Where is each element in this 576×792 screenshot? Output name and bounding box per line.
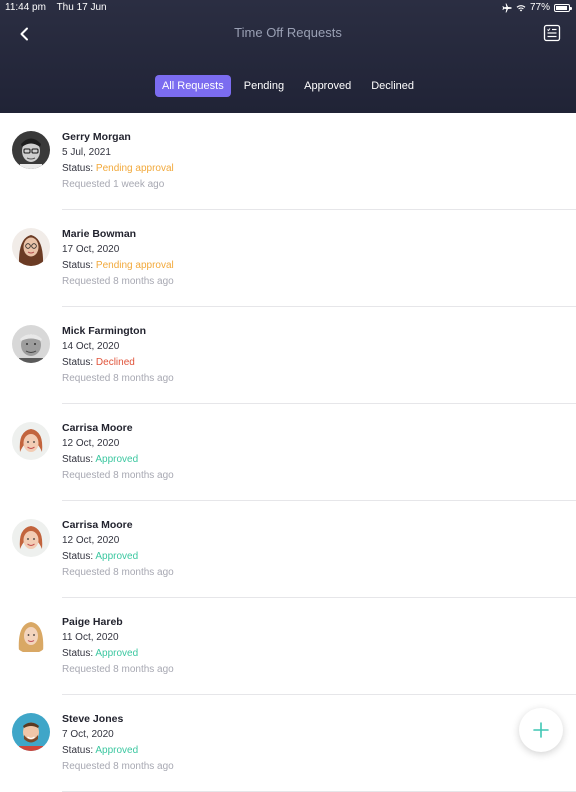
header: 11:44 pm Thu 17 Jun 77% Time Off Request… [0,0,576,113]
avatar [12,325,50,363]
request-date: 5 Jul, 2021 [62,147,111,158]
request-status: Status: Pending approval [62,260,174,272]
list-icon [543,24,561,42]
requested-time: Requested 8 months ago [62,567,174,578]
avatar [12,713,50,751]
status-value: Declined [95,357,135,368]
request-date: 14 Oct, 2020 [62,341,120,352]
avatar [12,422,50,460]
status-value: Approved [95,551,139,562]
requested-time: Requested 8 months ago [62,470,174,481]
status-label: Status: [62,260,96,271]
plus-icon [533,722,549,738]
request-name: Carrisa Moore [62,422,133,434]
request-name: Mick Farmington [62,325,147,337]
avatar [12,131,50,169]
avatar [12,519,50,557]
requested-time: Requested 8 months ago [62,761,174,772]
status-time: 11:44 pm [5,2,46,13]
status-value: Approved [95,454,139,465]
battery-icon [554,3,572,12]
request-name: Gerry Morgan [62,131,131,143]
requested-time: Requested 8 months ago [62,276,174,287]
request-row[interactable]: Gerry Morgan 5 Jul, 2021 Status: Pending… [0,113,576,210]
status-label: Status: [62,454,96,465]
status-label: Status: [62,648,96,659]
status-value: Pending approval [95,163,174,174]
request-row[interactable]: Carrisa Moore 12 Oct, 2020 Status: Appro… [0,404,576,501]
status-label: Status: [62,163,96,174]
airplane-icon [502,3,512,12]
requested-time: Requested 1 week ago [62,179,165,190]
request-status: Status: Pending approval [62,163,174,175]
requests-list: Gerry Morgan 5 Jul, 2021 Status: Pending… [0,113,576,792]
status-value: Approved [95,648,139,659]
status-date: Thu 17 Jun [56,2,107,13]
request-row[interactable]: Paige Hareb 11 Oct, 2020 Status: Approve… [0,598,576,695]
requested-time: Requested 8 months ago [62,373,174,384]
status-label: Status: [62,551,96,562]
list-view-button[interactable] [542,23,562,43]
page-title: Time Off Requests [234,25,342,40]
tab-approved[interactable]: Approved [297,75,358,97]
request-status: Status: Approved [62,745,174,757]
tab-all-requests[interactable]: All Requests [154,75,231,97]
request-status: Status: Approved [62,648,174,660]
request-date: 17 Oct, 2020 [62,244,120,255]
wifi-icon [516,4,526,11]
status-label: Status: [62,357,96,368]
request-name: Carrisa Moore [62,519,133,531]
requested-time: Requested 8 months ago [62,664,174,675]
add-request-button[interactable] [519,708,563,752]
avatar [12,228,50,266]
request-status: Status: Approved [62,551,174,563]
request-status: Status: Approved [62,454,174,466]
tab-declined[interactable]: Declined [364,75,421,97]
filter-tabs: All Requests Pending Approved Declined [0,75,576,97]
request-date: 12 Oct, 2020 [62,535,120,546]
request-date: 7 Oct, 2020 [62,729,114,740]
request-name: Steve Jones [62,713,124,725]
status-value: Approved [95,745,139,756]
request-date: 12 Oct, 2020 [62,438,120,449]
request-row[interactable]: Steve Jones 7 Oct, 2020 Status: Approved… [0,695,576,792]
request-row[interactable]: Carrisa Moore 12 Oct, 2020 Status: Appro… [0,501,576,598]
request-row[interactable]: Marie Bowman 17 Oct, 2020 Status: Pendin… [0,210,576,307]
request-name: Paige Hareb [62,616,123,628]
status-label: Status: [62,745,96,756]
status-value: Pending approval [95,260,174,271]
request-row[interactable]: Mick Farmington 14 Oct, 2020 Status: Dec… [0,307,576,404]
request-status: Status: Declined [62,357,174,369]
battery-percent: 77% [529,2,550,13]
tab-pending[interactable]: Pending [237,75,291,97]
request-date: 11 Oct, 2020 [62,632,119,643]
avatar [12,616,50,654]
status-bar: 11:44 pm Thu 17 Jun 77% [0,0,576,16]
request-name: Marie Bowman [62,228,137,240]
